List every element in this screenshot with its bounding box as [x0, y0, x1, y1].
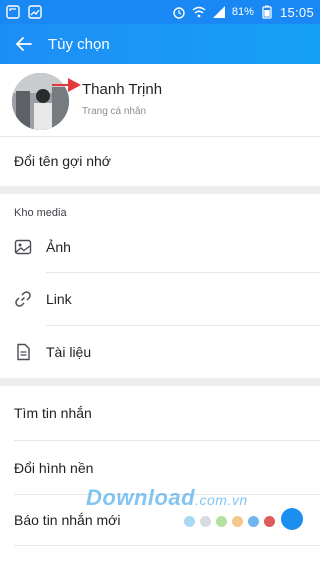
watermark-dot [232, 516, 243, 527]
watermark: Download.com.vn [86, 485, 248, 511]
rename-row[interactable]: Đổi tên gợi nhớ [0, 137, 320, 185]
option-label: Đổi hình nền [14, 459, 94, 476]
app-header: Tùy chọn [0, 24, 320, 64]
wifi-icon [192, 6, 206, 18]
divider [14, 545, 320, 546]
status-right: 81% 15:05 [172, 5, 314, 20]
media-section-label: Kho media [14, 207, 67, 219]
watermark-dot [200, 516, 211, 527]
media-item-label: Tài liệu [46, 344, 92, 360]
watermark-dot [184, 516, 195, 527]
watermark-dot [264, 516, 275, 527]
section-gap [0, 378, 320, 386]
media-item-label: Link [46, 291, 72, 307]
search-messages-row[interactable]: Tìm tin nhắn [0, 386, 320, 440]
clock: 15:05 [279, 4, 314, 20]
link-icon [14, 290, 32, 308]
watermark-dot [248, 516, 259, 527]
red-arrow-annotation-icon [52, 78, 81, 92]
profile-row[interactable]: Thanh Trịnh Trang cá nhân [0, 64, 320, 136]
option-label: Báo tin nhắn mới [14, 512, 121, 528]
signal-icon [212, 6, 225, 18]
notification-icon [6, 5, 20, 19]
alarm-icon [173, 7, 185, 19]
back-button[interactable] [0, 24, 48, 64]
watermark-dot [216, 516, 227, 527]
profile-subtitle: Trang cá nhân [82, 106, 147, 117]
status-bar: 81% 15:05 [0, 0, 320, 24]
battery-icon [262, 5, 272, 19]
media-item-link[interactable]: Link [0, 273, 320, 325]
rename-label: Đổi tên gợi nhớ [14, 153, 111, 169]
page-title: Tùy chọn [48, 35, 110, 53]
gallery-notification-icon [28, 5, 42, 19]
new-message-toggle[interactable] [281, 508, 303, 530]
back-arrow-icon [16, 37, 32, 51]
watermark-text: Download [86, 485, 196, 510]
profile-name: Thanh Trịnh [82, 81, 163, 98]
status-left [6, 5, 42, 19]
watermark-tld: .com.vn [195, 492, 248, 508]
image-icon [14, 238, 32, 256]
media-item-documents[interactable]: Tài liệu [0, 326, 320, 378]
media-item-photos[interactable]: Ảnh [0, 222, 320, 272]
media-item-label: Ảnh [46, 239, 71, 255]
watermark-dots [184, 516, 275, 527]
option-label: Tìm tin nhắn [14, 405, 92, 421]
section-gap [0, 186, 320, 194]
document-icon [14, 343, 32, 361]
battery-level: 81% [231, 6, 254, 18]
